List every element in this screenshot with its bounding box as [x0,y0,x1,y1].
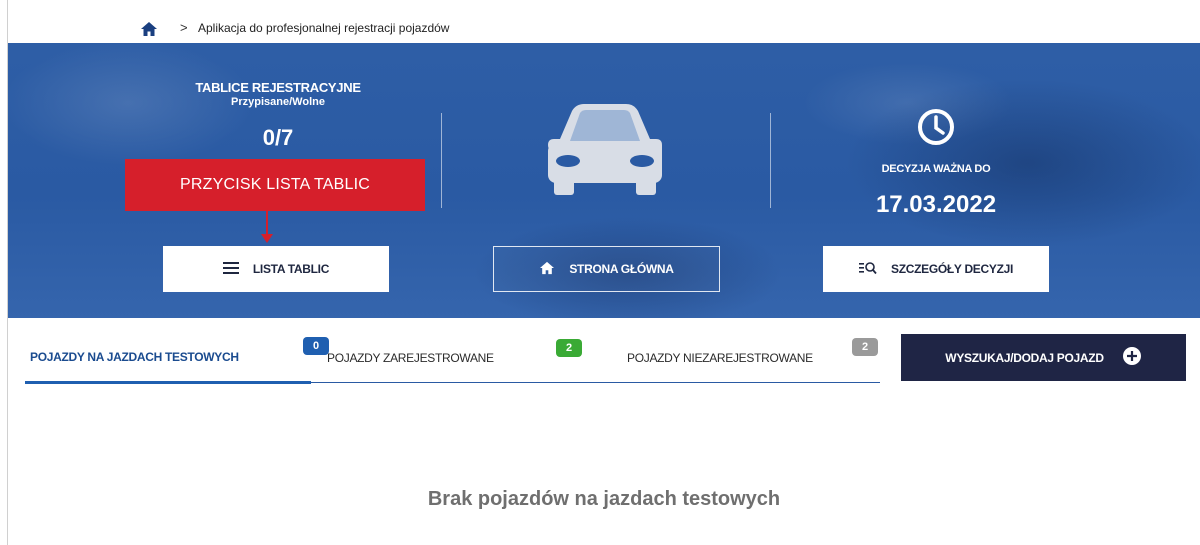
breadcrumb-current: Aplikacja do profesjonalnej rejestracji … [198,21,450,35]
list-plates-label: LISTA TABLIC [252,262,330,276]
empty-state-text: Brak pojazdów na jazdach testowych [427,488,781,510]
annotation-arrow-head [261,234,273,243]
home-icon [539,261,555,278]
home-icon[interactable] [140,21,158,37]
search-list-icon [858,261,877,278]
annotation-arrow [266,211,268,236]
home-button[interactable]: STRONA GŁÓWNA [493,246,720,292]
home-label: STRONA GŁÓWNA [569,262,674,276]
hero-divider [441,113,442,208]
search-add-vehicle-button[interactable]: WYSZUKAJ/DODAJ POJAZD [901,334,1186,381]
clock-icon [916,107,956,147]
car-icon [540,101,670,196]
decision-title: DECYZJA WAŻNA DO [881,163,991,175]
tab-badge: 2 [556,339,582,357]
breadcrumb-separator: > [180,20,188,35]
empty-state-message: Brak pojazdów na jazdach testowych [0,488,1200,511]
plates-subtitle: Przypisane/Wolne [231,96,325,108]
decision-date: 17.03.2022 [875,191,997,218]
active-tab-indicator [25,381,311,384]
tab-test-drives[interactable]: POJAZDY NA JAZDACH TESTOWYCH [30,350,239,364]
decision-details-button[interactable]: SZCZEGÓŁY DECYZJI [823,246,1049,292]
plates-value: 0/7 [262,125,294,150]
list-plates-button[interactable]: LISTA TABLIC [163,246,389,292]
annotation-callout: PRZYCISK LISTA TABLIC [125,159,425,211]
tab-badge: 0 [303,337,329,355]
tab-badge: 2 [852,338,878,356]
menu-icon [222,261,239,277]
plus-circle-icon [1122,346,1142,369]
search-add-label: WYSZUKAJ/DODAJ POJAZD [945,350,1104,365]
decision-details-label: SZCZEGÓŁY DECYZJI [890,262,1014,276]
hero-divider [770,113,771,208]
tab-unregistered[interactable]: POJAZDY NIEZAREJESTROWANE [627,351,813,365]
tab-registered[interactable]: POJAZDY ZAREJESTROWANE [327,351,494,365]
plates-title: TABLICE REJESTRACYJNE [195,80,361,95]
